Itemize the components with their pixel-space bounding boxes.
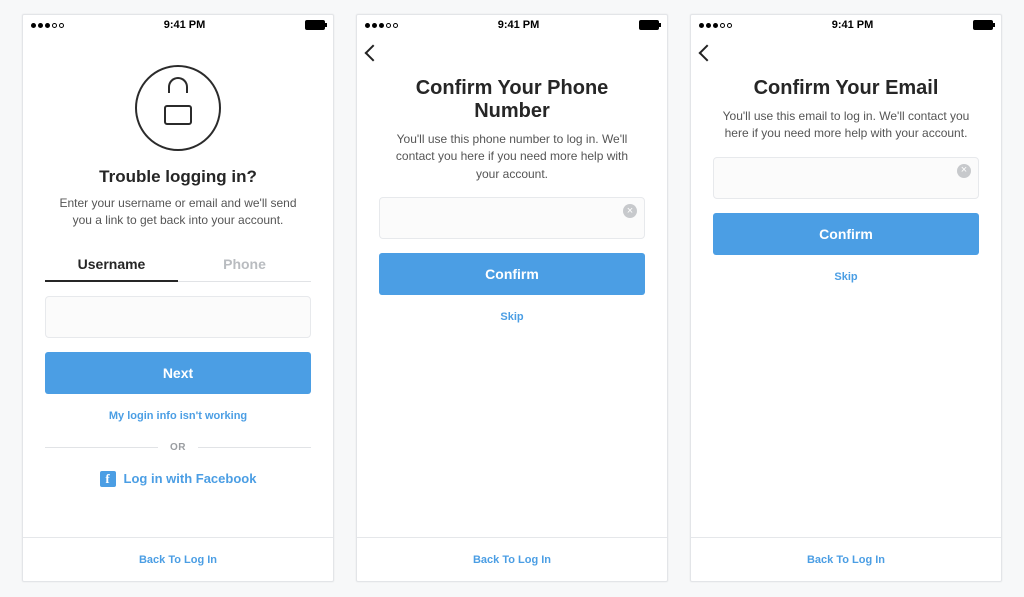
battery-icon: [639, 20, 659, 30]
page-title: Confirm Your Phone Number: [379, 77, 645, 123]
footer-bar: Back To Log In: [23, 537, 333, 581]
skip-link[interactable]: Skip: [500, 311, 523, 323]
or-divider: OR: [45, 442, 311, 453]
tab-username[interactable]: Username: [45, 248, 178, 282]
page-subtext: You'll use this phone number to log in. …: [379, 131, 645, 183]
next-button[interactable]: Next: [45, 352, 311, 394]
page-subtext: You'll use this email to log in. We'll c…: [713, 108, 979, 143]
page-title: Trouble logging in?: [99, 167, 257, 187]
back-to-login-link[interactable]: Back To Log In: [473, 554, 551, 566]
clear-input-icon[interactable]: [957, 164, 971, 178]
footer-bar: Back To Log In: [691, 537, 1001, 581]
signal-dots-icon: [699, 23, 732, 28]
status-bar: 9:41 PM: [357, 15, 667, 35]
lock-icon: [135, 65, 221, 151]
phone-input[interactable]: [379, 197, 645, 239]
email-input[interactable]: [713, 157, 979, 199]
skip-link[interactable]: Skip: [834, 271, 857, 283]
facebook-icon: f: [100, 471, 116, 487]
footer-bar: Back To Log In: [357, 537, 667, 581]
status-time: 9:41 PM: [498, 19, 540, 31]
screen-confirm-email: 9:41 PM Confirm Your Email You'll use th…: [690, 14, 1002, 582]
or-label: OR: [170, 442, 186, 453]
facebook-login-button[interactable]: f Log in with Facebook: [100, 471, 257, 487]
username-input[interactable]: [45, 296, 311, 338]
status-time: 9:41 PM: [832, 19, 874, 31]
confirm-button[interactable]: Confirm: [379, 253, 645, 295]
page-title: Confirm Your Email: [754, 77, 939, 100]
battery-icon: [973, 20, 993, 30]
facebook-login-label: Log in with Facebook: [124, 471, 257, 486]
login-info-help-link[interactable]: My login info isn't working: [109, 410, 247, 422]
signal-indicator: [699, 23, 732, 28]
nav-bar: [357, 35, 667, 71]
back-button-icon[interactable]: [699, 45, 716, 62]
nav-bar: [691, 35, 1001, 71]
status-bar: 9:41 PM: [23, 15, 333, 35]
signal-indicator: [31, 23, 64, 28]
back-to-login-link[interactable]: Back To Log In: [807, 554, 885, 566]
status-bar: 9:41 PM: [691, 15, 1001, 35]
signal-dots-icon: [31, 23, 64, 28]
screen-confirm-phone: 9:41 PM Confirm Your Phone Number You'll…: [356, 14, 668, 582]
screen-trouble-logging-in: 9:41 PM Trouble logging in? Enter your u…: [22, 14, 334, 582]
signal-dots-icon: [365, 23, 398, 28]
battery-icon: [305, 20, 325, 30]
tab-phone[interactable]: Phone: [178, 248, 311, 282]
confirm-button[interactable]: Confirm: [713, 213, 979, 255]
page-subtext: Enter your username or email and we'll s…: [45, 195, 311, 230]
status-time: 9:41 PM: [164, 19, 206, 31]
clear-input-icon[interactable]: [623, 204, 637, 218]
signal-indicator: [365, 23, 398, 28]
login-mode-tabs: Username Phone: [45, 248, 311, 282]
back-to-login-link[interactable]: Back To Log In: [139, 554, 217, 566]
back-button-icon[interactable]: [365, 45, 382, 62]
